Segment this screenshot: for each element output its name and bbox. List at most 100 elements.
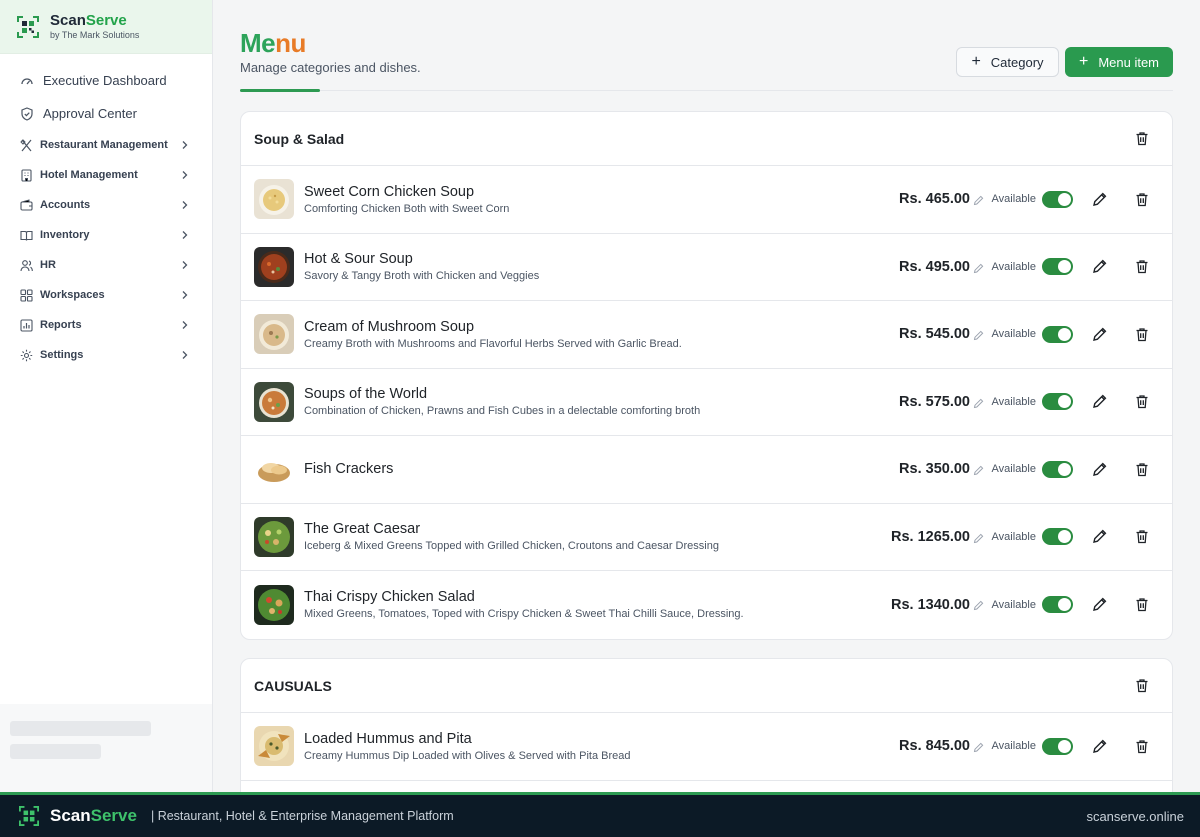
edit-icon[interactable]	[1092, 462, 1107, 477]
dish-price: Rs. 545.00	[899, 326, 970, 343]
availability-label: Available	[991, 740, 1036, 753]
dish-description: Combination of Chicken, Prawns and Fish …	[304, 405, 701, 418]
sidebar-nav: Executive Dashboard Approval Center Rest…	[0, 54, 212, 370]
dish-price: Rs. 350.00	[899, 461, 970, 478]
availability-toggle[interactable]	[1042, 528, 1073, 546]
availability-toggle[interactable]	[1042, 737, 1073, 755]
availability-label: Available	[991, 193, 1036, 206]
chart-icon	[19, 318, 33, 332]
users-icon	[19, 258, 33, 272]
gear-icon	[19, 348, 33, 362]
dish-image	[254, 726, 294, 767]
sidebar-item-restaurant-management[interactable]: Restaurant Management	[0, 130, 212, 160]
sidebar-item-workspaces[interactable]: Workspaces	[0, 280, 212, 310]
availability-toggle[interactable]	[1042, 393, 1073, 411]
dish-image	[254, 516, 294, 557]
skeleton-line	[10, 721, 151, 736]
category-card-soup-salad: Soup & Salad Sweet Corn Chicken Soup Com…	[240, 111, 1173, 640]
edit-price-icon[interactable]	[973, 465, 984, 476]
trash-icon[interactable]	[1135, 327, 1149, 342]
edit-price-icon[interactable]	[973, 600, 984, 611]
add-category-button[interactable]: + Category	[956, 47, 1059, 77]
sidebar-item-executive-dashboard[interactable]: Executive Dashboard	[0, 64, 212, 97]
menu-item-row[interactable]: Sweet Corn Chicken Soup Comforting Chick…	[241, 166, 1172, 234]
dish-image	[254, 246, 294, 287]
bottom-url[interactable]: scanserve.online	[1086, 809, 1184, 824]
trash-icon[interactable]	[1135, 739, 1149, 754]
trash-icon[interactable]	[1135, 259, 1149, 274]
add-menu-item-button[interactable]: + Menu item	[1065, 47, 1173, 77]
sidebar-footer-loading	[0, 704, 212, 792]
sidebar-item-hotel-management[interactable]: Hotel Management	[0, 160, 212, 190]
availability-toggle[interactable]	[1042, 460, 1073, 478]
trash-icon[interactable]	[1135, 462, 1149, 477]
dish-image	[254, 314, 294, 355]
edit-icon[interactable]	[1092, 739, 1107, 754]
menu-item-row[interactable]: Cream of Mushroom Soup Creamy Broth with…	[241, 301, 1172, 369]
trash-icon[interactable]	[1135, 131, 1149, 146]
trash-icon[interactable]	[1135, 529, 1149, 544]
availability-label: Available	[991, 395, 1036, 408]
dish-description: Comforting Chicken Both with Sweet Corn	[304, 202, 510, 215]
skeleton-line	[10, 744, 101, 759]
menu-item-row[interactable]: Fish Crackers Rs. 350.00 Available	[241, 436, 1172, 504]
sidebar-item-reports[interactable]: Reports	[0, 310, 212, 340]
dashboard-icon	[19, 73, 35, 89]
dish-price: Rs. 1265.00	[890, 528, 970, 545]
bottom-brand-bar: ScanServe | Restaurant, Hotel & Enterpri…	[0, 792, 1200, 837]
plus-icon: +	[1078, 53, 1089, 70]
edit-icon[interactable]	[1092, 597, 1107, 612]
menu-item-row[interactable]: Hot & Sour Soup Savory & Tangy Broth wit…	[241, 234, 1172, 301]
sidebar-item-inventory[interactable]: Inventory	[0, 220, 212, 250]
sidebar-item-label: Executive Dashboard	[43, 73, 167, 88]
sidebar-item-label: Workspaces	[40, 289, 105, 301]
dish-price: Rs. 465.00	[899, 191, 970, 208]
sidebar-item-label: Hotel Management	[40, 169, 138, 181]
chevron-right-icon	[182, 291, 188, 299]
menu-item-row[interactable]: Loaded Hummus and Pita Creamy Hummus Dip…	[241, 713, 1172, 781]
title-underline	[240, 89, 320, 92]
edit-icon[interactable]	[1092, 394, 1107, 409]
dish-price: Rs. 575.00	[899, 393, 970, 410]
brand-header[interactable]: ScanServe by The Mark Solutions	[0, 0, 212, 54]
sidebar-item-settings[interactable]: Settings	[0, 340, 212, 370]
trash-icon[interactable]	[1135, 678, 1149, 693]
sidebar-item-hr[interactable]: HR	[0, 250, 212, 280]
chevron-right-icon	[182, 261, 188, 269]
scanserve-logo-icon	[17, 15, 39, 38]
dish-price: Rs. 845.00	[899, 738, 970, 755]
availability-toggle[interactable]	[1042, 258, 1073, 276]
trash-icon[interactable]	[1135, 394, 1149, 409]
edit-price-icon[interactable]	[973, 263, 984, 274]
availability-toggle[interactable]	[1042, 190, 1073, 208]
plus-icon: +	[971, 53, 981, 70]
chevron-right-icon	[182, 231, 188, 239]
trash-icon[interactable]	[1135, 597, 1149, 612]
edit-icon[interactable]	[1092, 259, 1107, 274]
sidebar: ScanServe by The Mark Solutions Executiv…	[0, 0, 213, 792]
availability-toggle[interactable]	[1042, 325, 1073, 343]
menu-item-row[interactable]: The Great Caesar Iceberg & Mixed Greens …	[241, 504, 1172, 571]
dish-price: Rs. 1340.00	[890, 596, 970, 613]
menu-item-row[interactable]: Thai Crispy Chicken Salad Mixed Greens, …	[241, 571, 1172, 639]
edit-price-icon[interactable]	[973, 533, 984, 544]
availability-label: Available	[991, 260, 1036, 273]
sidebar-item-label: HR	[40, 259, 56, 271]
edit-price-icon[interactable]	[973, 195, 984, 206]
edit-icon[interactable]	[1092, 192, 1107, 207]
building-icon	[19, 168, 33, 182]
edit-price-icon[interactable]	[973, 742, 984, 753]
menu-item-row[interactable]: Soups of the World Combination of Chicke…	[241, 369, 1172, 436]
sidebar-item-accounts[interactable]: Accounts	[0, 190, 212, 220]
sidebar-item-approval-center[interactable]: Approval Center	[0, 97, 212, 130]
sidebar-item-label: Reports	[40, 319, 82, 331]
chevron-right-icon	[182, 351, 188, 359]
edit-icon[interactable]	[1092, 327, 1107, 342]
chevron-right-icon	[182, 171, 188, 179]
availability-toggle[interactable]	[1042, 596, 1073, 614]
edit-icon[interactable]	[1092, 529, 1107, 544]
edit-price-icon[interactable]	[973, 398, 984, 409]
trash-icon[interactable]	[1135, 192, 1149, 207]
edit-price-icon[interactable]	[973, 330, 984, 341]
category-title: Soup & Salad	[254, 130, 345, 147]
